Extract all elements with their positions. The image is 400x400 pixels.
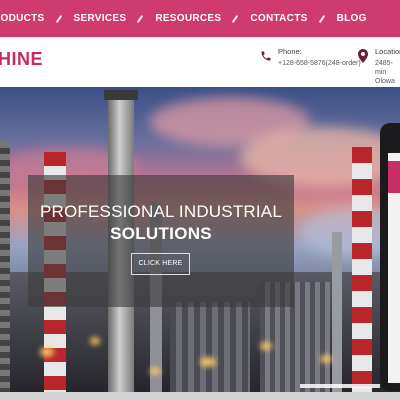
site-logo[interactable]: HINE <box>0 49 43 70</box>
slash-icon <box>137 14 144 23</box>
light-glow <box>90 337 100 345</box>
footer-strip <box>0 392 400 400</box>
tower-structure <box>170 302 250 392</box>
phone-contact: Phone: +128-658-5876(248-order) <box>260 47 361 68</box>
hero-banner: PROFESSIONAL INDUSTRIAL SOLUTIONS CLICK … <box>0 87 400 392</box>
location-label: Location: <box>375 47 400 56</box>
location-line: 2485- min <box>375 60 393 76</box>
smokestack <box>104 90 138 100</box>
nav-item-contacts[interactable]: CONTACTS <box>221 13 307 24</box>
slider-indicator[interactable] <box>300 384 380 388</box>
phone-mockup <box>380 123 400 391</box>
phone-screen <box>388 153 400 383</box>
phone-header-bar <box>388 161 400 193</box>
click-here-button[interactable]: CLICK HERE <box>131 253 190 275</box>
light-glow <box>260 342 272 350</box>
nav-item-resources[interactable]: RESOURCES <box>126 13 221 24</box>
nav-item-blog[interactable]: BLOG <box>308 13 367 24</box>
phone-icon <box>260 49 272 67</box>
nav-item-label: BLOG <box>336 13 367 24</box>
hero-title-line2: SOLUTIONS <box>110 224 212 243</box>
light-glow <box>200 357 216 367</box>
location-pin-icon <box>357 49 369 68</box>
hero-title-line1: PROFESSIONAL INDUSTRIAL <box>39 202 283 221</box>
slash-icon <box>318 14 325 23</box>
slash-icon <box>232 14 239 23</box>
tower-structure <box>0 142 10 392</box>
light-glow <box>320 355 332 363</box>
light-glow <box>150 367 160 375</box>
phone-label: Phone: <box>278 47 302 56</box>
light-glow <box>40 347 54 357</box>
smokestack <box>352 147 372 392</box>
smokestack <box>332 232 342 392</box>
nav-item-label: CONTACTS <box>250 13 308 24</box>
top-navigation: PRODUCTS SERVICES RESOURCES CONTACTS BLO… <box>0 0 400 37</box>
nav-item-label: RESOURCES <box>155 13 222 24</box>
nav-item-services[interactable]: SERVICES <box>45 13 127 24</box>
slash-icon <box>55 14 62 23</box>
phone-number[interactable]: +128-658-5876(248-order) <box>278 59 361 68</box>
nav-item-label: PRODUCTS <box>0 13 45 24</box>
nav-item-products[interactable]: PRODUCTS <box>0 13 45 24</box>
hero-caption: PROFESSIONAL INDUSTRIAL SOLUTIONS CLICK … <box>28 175 294 307</box>
nav-item-label: SERVICES <box>73 13 127 24</box>
